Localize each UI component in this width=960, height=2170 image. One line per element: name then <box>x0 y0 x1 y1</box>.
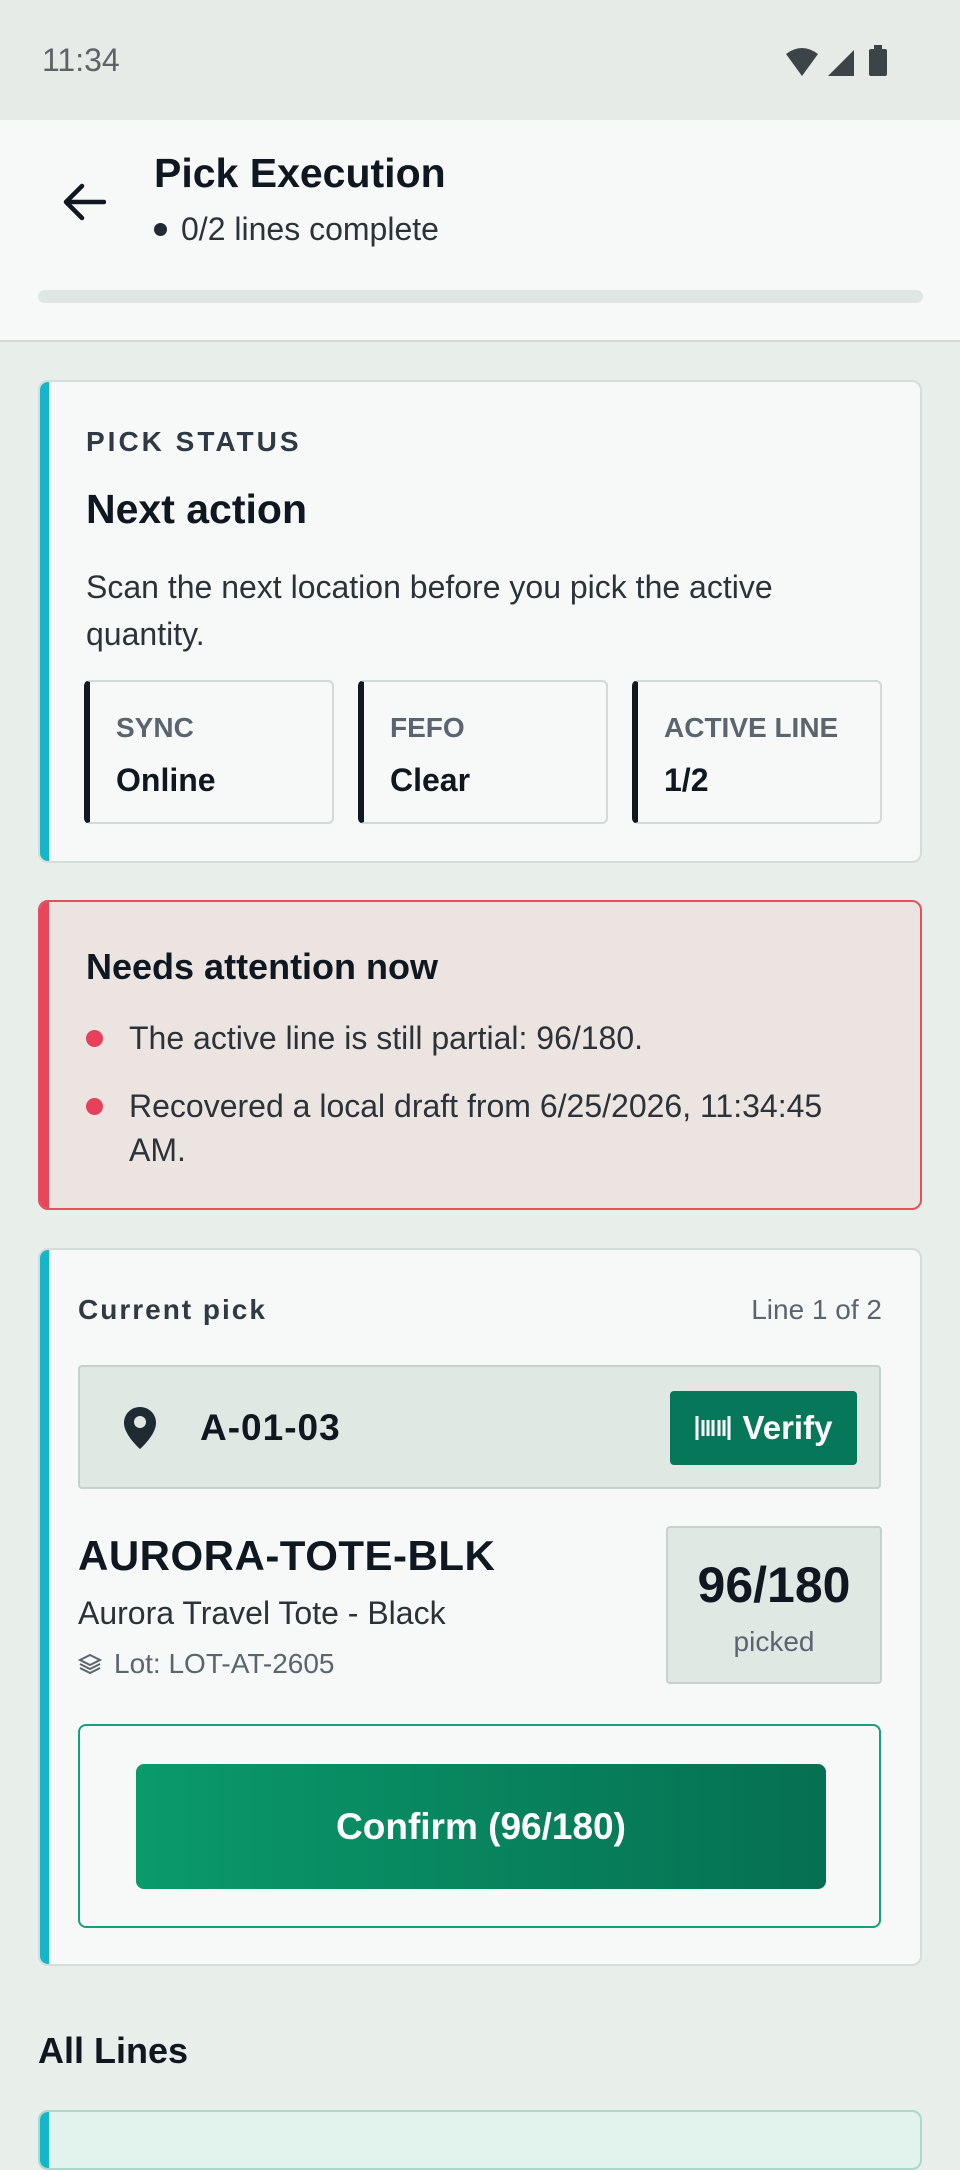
card-accent <box>40 382 49 861</box>
status-bar: 11:34 <box>0 0 960 120</box>
pick-status-card: PICK STATUS Next action Scan the next lo… <box>38 380 922 863</box>
attention-item: Recovered a local draft from 6/25/2026, … <box>86 1084 876 1172</box>
attention-item: The active line is still partial: 96/180… <box>86 1016 876 1060</box>
battery-icon <box>869 45 887 76</box>
chip-value: Clear <box>390 762 471 798</box>
next-action-description: Scan the next location before you pick t… <box>86 569 773 652</box>
verify-label: Verify <box>742 1409 833 1446</box>
wifi-icon <box>786 48 818 76</box>
lot-info: Lot: LOT-AT-2605 <box>78 1648 335 1680</box>
pick-status-eyebrow: PICK STATUS <box>86 426 302 457</box>
system-icons <box>786 45 887 76</box>
chip-value: 1/2 <box>664 762 709 798</box>
attention-item-text: The active line is still partial: 96/180… <box>129 1020 644 1056</box>
page-subtitle: 0/2 lines complete <box>154 211 439 248</box>
current-pick-label: Current pick <box>78 1294 267 1325</box>
active-line-chip: ACTIVE LINE 1/2 <box>632 680 882 824</box>
barcode-icon <box>695 1416 731 1440</box>
back-button[interactable] <box>52 170 116 234</box>
product-name: Aurora Travel Tote - Black <box>78 1595 446 1631</box>
sku-code: AURORA-TOTE-BLK <box>78 1532 496 1579</box>
lines-complete-text: 0/2 lines complete <box>181 211 439 247</box>
location-box: A-01-03 Verify <box>78 1365 881 1489</box>
chip-label: ACTIVE LINE <box>664 712 839 743</box>
app-bar: Pick Execution 0/2 lines complete <box>0 120 960 342</box>
chip-label: SYNC <box>116 712 194 743</box>
lot-text: Lot: LOT-AT-2605 <box>114 1648 335 1679</box>
verify-button[interactable]: Verify <box>670 1391 857 1465</box>
progress-bar <box>38 290 923 303</box>
chip-value: Online <box>116 762 216 798</box>
attention-item-text: Recovered a local draft from 6/25/2026, … <box>129 1088 823 1168</box>
back-arrow-icon <box>63 183 106 221</box>
fefo-chip: FEFO Clear <box>358 680 608 824</box>
line-card[interactable] <box>38 2110 922 2170</box>
quantity-caption: picked <box>733 1626 815 1657</box>
attention-heading: Needs attention now <box>86 946 439 987</box>
status-time: 11:34 <box>42 42 120 78</box>
card-accent <box>40 2112 49 2168</box>
signal-icon <box>828 50 854 76</box>
alert-bullet <box>86 1030 103 1047</box>
card-accent <box>40 902 49 1208</box>
alert-bullet <box>86 1098 103 1115</box>
attention-card: Needs attention now The active line is s… <box>38 900 922 1210</box>
line-indicator: Line 1 of 2 <box>751 1294 882 1325</box>
current-pick-card: Current pick Line 1 of 2 A-01-03 Verify … <box>38 1248 922 1966</box>
layers-icon <box>78 1653 102 1675</box>
status-dot <box>154 223 167 236</box>
confirm-panel: Confirm (96/180) <box>78 1724 881 1928</box>
quantity-picked: 96/180 <box>697 1557 851 1613</box>
location-pin-icon <box>124 1407 156 1449</box>
confirm-button[interactable]: Confirm (96/180) <box>136 1764 826 1889</box>
next-action-heading: Next action <box>86 486 307 532</box>
sync-chip: SYNC Online <box>84 680 334 824</box>
chip-label: FEFO <box>390 712 465 743</box>
card-accent <box>40 1250 49 1964</box>
page-title: Pick Execution <box>154 150 446 196</box>
quantity-box: 96/180 picked <box>666 1526 882 1684</box>
all-lines-title: All Lines <box>38 2030 189 2071</box>
location-code: A-01-03 <box>200 1407 341 1448</box>
